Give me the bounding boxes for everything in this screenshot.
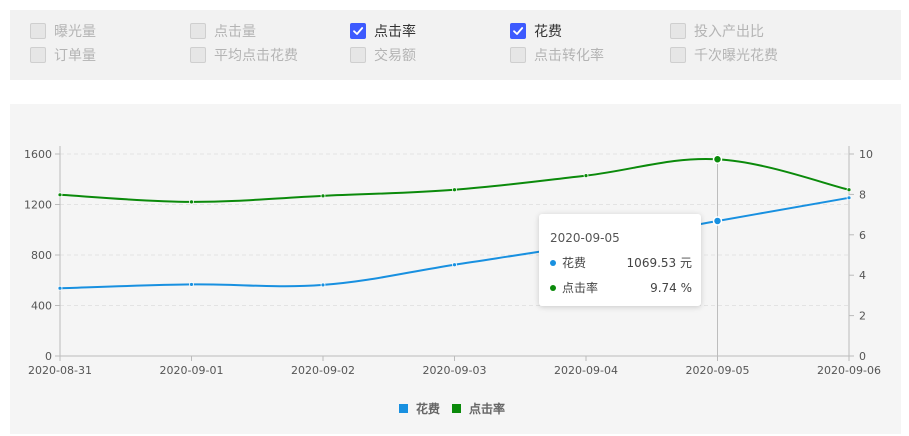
checkmark-icon [513,27,524,35]
tooltip-row-ctr: 点击率 9.74 % [550,279,692,296]
data-point-ctr [452,187,457,193]
right-axis-tick-label: 2 [859,310,866,323]
checkbox-unchecked-icon[interactable] [670,47,686,63]
checkmark-icon [353,27,364,35]
legend-item-cost[interactable]: 花费 [399,400,440,417]
tooltip-ctr-value: 9.74 % [650,280,692,295]
left-axis-tick-label: 0 [45,350,52,363]
tooltip-ctr-label: 点击率 [562,281,599,295]
metric-label: 点击率 [374,24,416,40]
x-axis-tick-label: 2020-09-06 [817,364,881,377]
data-point-ctr [189,199,194,205]
left-axis-tick-label: 800 [31,249,52,262]
data-point-cost [452,262,457,268]
legend-label-cost: 花费 [416,402,441,416]
metric-label: 订单量 [54,48,96,64]
data-point-ctr [583,173,589,179]
legend-item-ctr[interactable]: 点击率 [452,400,505,417]
ctr-dot-icon [550,284,556,291]
tooltip-date: 2020-09-05 [550,231,620,245]
metric-label: 花费 [534,24,562,40]
metric-checkbox-9[interactable]: 点击转化率 [510,45,604,65]
metric-checkbox-2[interactable]: 点击量 [190,21,256,41]
metric-checkbox-6[interactable]: 订单量 [30,45,96,65]
left-axis-tick-label: 1600 [24,148,52,161]
metric-label: 千次曝光花费 [694,48,778,64]
left-axis-tick-label: 1200 [24,199,52,212]
legend-label-ctr: 点击率 [469,402,506,416]
checkbox-checked-icon[interactable] [510,23,526,39]
right-axis-tick-label: 4 [859,269,866,282]
metric-checkbox-5[interactable]: 投入产出比 [670,21,764,41]
checkbox-unchecked-icon[interactable] [30,23,46,39]
metric-checkbox-8[interactable]: 交易额 [350,45,416,65]
metric-label: 平均点击花费 [214,48,298,64]
x-axis-tick-label: 2020-09-02 [291,364,355,377]
checkbox-unchecked-icon[interactable] [510,47,526,63]
checkbox-unchecked-icon[interactable] [190,47,206,63]
chart-panel: 0 400 800 1200 1600 0 2 4 6 8 10 2020-08-31 2020-09-… [10,104,901,434]
line-chart: 0 400 800 1200 1600 0 2 4 6 8 10 2020-08-31 2020-09-… [24,146,881,377]
checkbox-unchecked-icon[interactable] [190,23,206,39]
series-line-cost [59,196,850,290]
data-point-ctr [712,154,723,165]
left-axis-tick-label: 400 [31,300,52,313]
right-axis-tick-label: 0 [859,350,866,363]
data-point-cost [712,216,723,226]
metric-label: 点击量 [214,24,256,40]
series-line-ctr [59,157,850,203]
data-point-ctr [57,192,63,198]
data-point-cost [189,282,194,287]
checkbox-checked-icon[interactable] [350,23,366,39]
data-point-ctr [846,187,852,193]
tooltip-cost-label: 花费 [562,256,587,270]
x-axis-tick-label: 2020-08-31 [28,364,92,377]
x-axis-tick-label: 2020-09-04 [554,364,618,377]
metric-checkbox-4[interactable]: 花费 [510,21,562,41]
legend-swatch-cost [399,404,408,413]
x-axis-tick-label: 2020-09-05 [686,364,750,377]
right-axis-tick-label: 6 [859,229,866,242]
x-axis-tick-label: 2020-09-01 [160,364,224,377]
cost-dot-icon [550,259,556,266]
checkbox-unchecked-icon[interactable] [30,47,46,63]
metric-label: 点击转化率 [534,48,604,64]
data-point-cost [320,282,326,288]
metric-label: 曝光量 [54,24,96,40]
metric-label: 投入产出比 [694,24,764,40]
metric-checkbox-3[interactable]: 点击率 [350,21,416,41]
tooltip-cost-value: 1069.53 元 [626,256,692,270]
legend-swatch-ctr [452,404,462,413]
x-axis-tick-label: 2020-09-03 [423,364,487,377]
metric-checkbox-10[interactable]: 千次曝光花费 [670,45,778,65]
metric-checkbox-7[interactable]: 平均点击花费 [190,45,298,65]
checkbox-unchecked-icon[interactable] [670,23,686,39]
tooltip-row-cost: 花费 1069.53 元 [550,254,692,271]
data-point-cost [57,285,63,291]
metric-checkbox-1[interactable]: 曝光量 [30,21,96,41]
chart-tooltip: 2020-09-05 花费 1069.53 元 点击率 9.74 % [539,214,701,306]
checkbox-unchecked-icon[interactable] [350,47,366,63]
chart-legend: 花费 点击率 [399,400,517,417]
right-axis-tick-label: 10 [859,148,873,161]
metric-selector-panel: 曝光量 点击量 点击率 花费 投入产出比订单量 平均点击花费 交易额 点击转化率 千次曝光花费 [10,10,901,80]
data-point-cost [846,195,852,201]
metric-label: 交易额 [374,48,416,64]
right-axis-tick-label: 8 [859,188,866,201]
data-point-ctr [320,193,326,199]
